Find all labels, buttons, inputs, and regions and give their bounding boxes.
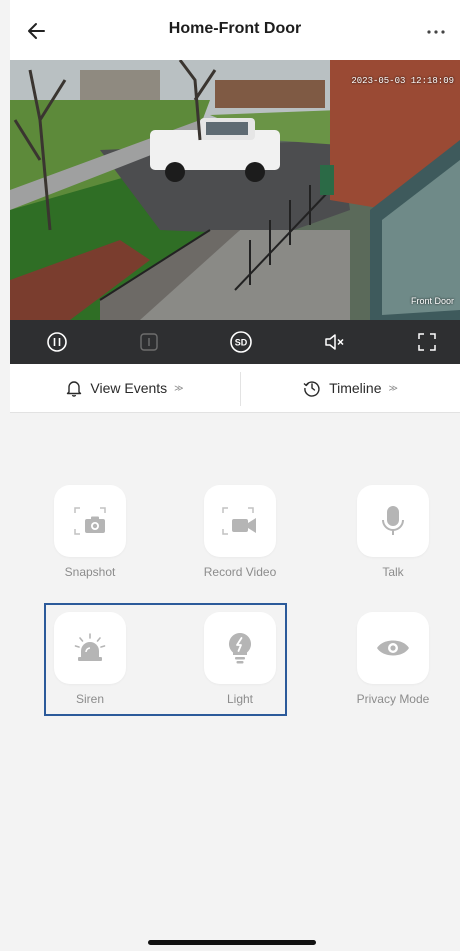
bell-icon [67,381,82,397]
stop-icon[interactable] [136,329,162,355]
privacy-mode-label: Privacy Mode [356,692,430,706]
camera-name-overlay: Front Door [410,296,454,306]
record-video-label: Record Video [203,565,277,579]
light-tile [204,612,276,684]
timeline-tab[interactable]: Timeline ≫ [241,364,460,412]
talk-tile [357,485,429,557]
talk-button[interactable]: Talk [338,485,448,579]
history-clock-icon [303,381,320,397]
talk-label: Talk [382,565,404,579]
snapshot-button[interactable]: Snapshot [35,485,145,579]
siren-alarm-icon [74,633,106,661]
timeline-label: Timeline [329,380,382,396]
light-button[interactable]: Light [185,612,295,706]
view-events-label: View Events [90,380,168,396]
snapshot-camera-icon [74,507,106,535]
eye-icon [377,640,409,656]
page-title: Home-Front Door [168,20,302,37]
live-video-feed[interactable]: 2023-05-03 12:18:09 Front Door [10,60,460,320]
siren-label: Siren [75,692,104,706]
top-bar: Home-Front Door [10,0,460,60]
microphone-icon [382,506,404,535]
playback-control-bar: SD [10,320,460,364]
chevron-down-icon: ≫ [388,382,398,393]
privacy-mode-tile [357,612,429,684]
more-options-icon[interactable] [422,20,450,40]
sd-quality-icon[interactable]: SD [228,329,254,355]
sd-label: SD [235,338,248,348]
home-indicator [148,940,316,945]
app-frame: Home-Front Door 2023-05-03 12:18:09 Fron… [10,0,460,951]
chevron-down-icon: ≫ [174,382,184,393]
snapshot-label: Snapshot [64,565,116,579]
record-video-button[interactable]: Record Video [185,485,295,579]
camera-scene-image [10,60,460,320]
record-video-tile [204,485,276,557]
fullscreen-icon[interactable] [414,329,440,355]
video-timestamp: 2023-05-03 12:18:09 [351,76,454,86]
siren-tile [54,612,126,684]
light-label: Light [226,692,254,706]
view-events-tab[interactable]: View Events ≫ [10,364,240,412]
event-tabs: View Events ≫ Timeline ≫ [10,364,460,413]
mute-icon[interactable] [322,329,348,355]
pause-icon[interactable] [44,329,70,355]
privacy-mode-button[interactable]: Privacy Mode [338,612,448,706]
snapshot-tile [54,485,126,557]
record-video-icon [222,507,256,535]
light-bulb-icon [228,633,252,664]
siren-button[interactable]: Siren [35,612,145,706]
